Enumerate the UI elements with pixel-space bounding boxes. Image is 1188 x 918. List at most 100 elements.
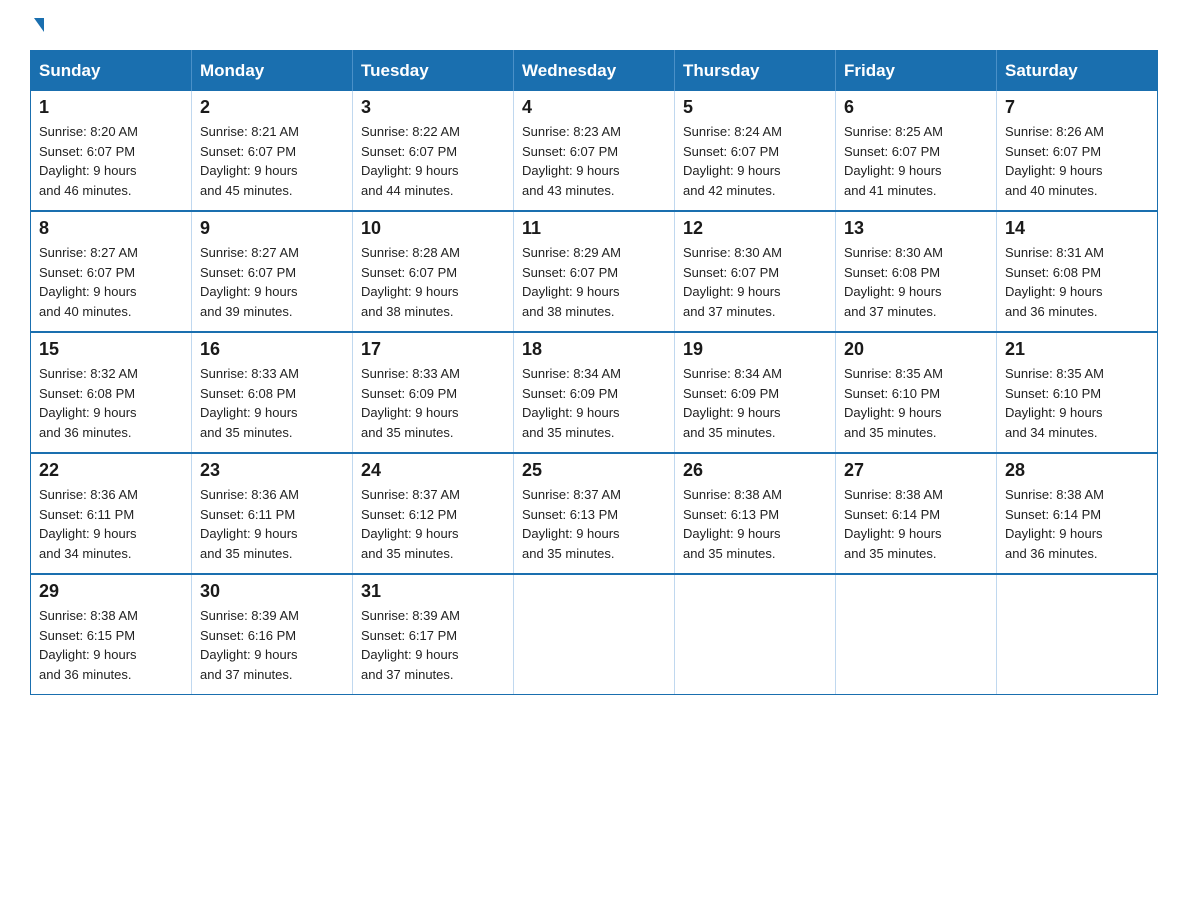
calendar-cell: 2 Sunrise: 8:21 AMSunset: 6:07 PMDayligh…: [192, 91, 353, 211]
day-info: Sunrise: 8:37 AMSunset: 6:13 PMDaylight:…: [522, 487, 621, 561]
calendar-cell: 23 Sunrise: 8:36 AMSunset: 6:11 PMDaylig…: [192, 453, 353, 574]
day-number: 31: [361, 581, 505, 602]
header-saturday: Saturday: [997, 51, 1158, 92]
day-info: Sunrise: 8:29 AMSunset: 6:07 PMDaylight:…: [522, 245, 621, 319]
header-sunday: Sunday: [31, 51, 192, 92]
day-info: Sunrise: 8:33 AMSunset: 6:08 PMDaylight:…: [200, 366, 299, 440]
day-number: 6: [844, 97, 988, 118]
calendar-cell: 6 Sunrise: 8:25 AMSunset: 6:07 PMDayligh…: [836, 91, 997, 211]
calendar-cell: 25 Sunrise: 8:37 AMSunset: 6:13 PMDaylig…: [514, 453, 675, 574]
day-number: 2: [200, 97, 344, 118]
day-number: 15: [39, 339, 183, 360]
day-info: Sunrise: 8:38 AMSunset: 6:14 PMDaylight:…: [1005, 487, 1104, 561]
calendar-cell: 17 Sunrise: 8:33 AMSunset: 6:09 PMDaylig…: [353, 332, 514, 453]
day-info: Sunrise: 8:38 AMSunset: 6:14 PMDaylight:…: [844, 487, 943, 561]
day-number: 21: [1005, 339, 1149, 360]
page-header: [30, 20, 1158, 34]
day-info: Sunrise: 8:32 AMSunset: 6:08 PMDaylight:…: [39, 366, 138, 440]
day-info: Sunrise: 8:24 AMSunset: 6:07 PMDaylight:…: [683, 124, 782, 198]
calendar-cell: 4 Sunrise: 8:23 AMSunset: 6:07 PMDayligh…: [514, 91, 675, 211]
day-number: 7: [1005, 97, 1149, 118]
day-info: Sunrise: 8:20 AMSunset: 6:07 PMDaylight:…: [39, 124, 138, 198]
header-friday: Friday: [836, 51, 997, 92]
day-number: 30: [200, 581, 344, 602]
header-monday: Monday: [192, 51, 353, 92]
header-tuesday: Tuesday: [353, 51, 514, 92]
day-info: Sunrise: 8:23 AMSunset: 6:07 PMDaylight:…: [522, 124, 621, 198]
day-number: 1: [39, 97, 183, 118]
calendar-cell: 19 Sunrise: 8:34 AMSunset: 6:09 PMDaylig…: [675, 332, 836, 453]
calendar-header: Sunday Monday Tuesday Wednesday Thursday…: [31, 51, 1158, 92]
day-info: Sunrise: 8:39 AMSunset: 6:17 PMDaylight:…: [361, 608, 460, 682]
day-number: 4: [522, 97, 666, 118]
calendar-cell: 20 Sunrise: 8:35 AMSunset: 6:10 PMDaylig…: [836, 332, 997, 453]
calendar-cell: 24 Sunrise: 8:37 AMSunset: 6:12 PMDaylig…: [353, 453, 514, 574]
day-info: Sunrise: 8:30 AMSunset: 6:07 PMDaylight:…: [683, 245, 782, 319]
day-number: 9: [200, 218, 344, 239]
day-number: 20: [844, 339, 988, 360]
day-number: 12: [683, 218, 827, 239]
logo: [30, 20, 44, 34]
calendar-cell: 11 Sunrise: 8:29 AMSunset: 6:07 PMDaylig…: [514, 211, 675, 332]
day-number: 5: [683, 97, 827, 118]
calendar-cell: 5 Sunrise: 8:24 AMSunset: 6:07 PMDayligh…: [675, 91, 836, 211]
day-info: Sunrise: 8:37 AMSunset: 6:12 PMDaylight:…: [361, 487, 460, 561]
day-info: Sunrise: 8:34 AMSunset: 6:09 PMDaylight:…: [683, 366, 782, 440]
calendar-cell: 3 Sunrise: 8:22 AMSunset: 6:07 PMDayligh…: [353, 91, 514, 211]
calendar-cell: 18 Sunrise: 8:34 AMSunset: 6:09 PMDaylig…: [514, 332, 675, 453]
calendar-cell: [836, 574, 997, 695]
calendar-body: 1 Sunrise: 8:20 AMSunset: 6:07 PMDayligh…: [31, 91, 1158, 695]
day-number: 23: [200, 460, 344, 481]
week-row-4: 22 Sunrise: 8:36 AMSunset: 6:11 PMDaylig…: [31, 453, 1158, 574]
day-number: 14: [1005, 218, 1149, 239]
header-wednesday: Wednesday: [514, 51, 675, 92]
day-info: Sunrise: 8:30 AMSunset: 6:08 PMDaylight:…: [844, 245, 943, 319]
day-number: 8: [39, 218, 183, 239]
week-row-5: 29 Sunrise: 8:38 AMSunset: 6:15 PMDaylig…: [31, 574, 1158, 695]
day-number: 27: [844, 460, 988, 481]
calendar-cell: 7 Sunrise: 8:26 AMSunset: 6:07 PMDayligh…: [997, 91, 1158, 211]
week-row-2: 8 Sunrise: 8:27 AMSunset: 6:07 PMDayligh…: [31, 211, 1158, 332]
day-info: Sunrise: 8:36 AMSunset: 6:11 PMDaylight:…: [39, 487, 138, 561]
calendar-cell: 22 Sunrise: 8:36 AMSunset: 6:11 PMDaylig…: [31, 453, 192, 574]
day-number: 24: [361, 460, 505, 481]
day-number: 11: [522, 218, 666, 239]
calendar-cell: 30 Sunrise: 8:39 AMSunset: 6:16 PMDaylig…: [192, 574, 353, 695]
calendar-cell: [675, 574, 836, 695]
calendar-cell: 12 Sunrise: 8:30 AMSunset: 6:07 PMDaylig…: [675, 211, 836, 332]
day-number: 19: [683, 339, 827, 360]
day-info: Sunrise: 8:36 AMSunset: 6:11 PMDaylight:…: [200, 487, 299, 561]
day-info: Sunrise: 8:33 AMSunset: 6:09 PMDaylight:…: [361, 366, 460, 440]
week-row-3: 15 Sunrise: 8:32 AMSunset: 6:08 PMDaylig…: [31, 332, 1158, 453]
calendar-cell: 28 Sunrise: 8:38 AMSunset: 6:14 PMDaylig…: [997, 453, 1158, 574]
day-number: 25: [522, 460, 666, 481]
day-number: 22: [39, 460, 183, 481]
day-number: 13: [844, 218, 988, 239]
day-number: 17: [361, 339, 505, 360]
day-number: 3: [361, 97, 505, 118]
calendar-table: Sunday Monday Tuesday Wednesday Thursday…: [30, 50, 1158, 695]
day-info: Sunrise: 8:26 AMSunset: 6:07 PMDaylight:…: [1005, 124, 1104, 198]
calendar-cell: 1 Sunrise: 8:20 AMSunset: 6:07 PMDayligh…: [31, 91, 192, 211]
day-info: Sunrise: 8:25 AMSunset: 6:07 PMDaylight:…: [844, 124, 943, 198]
calendar-cell: 14 Sunrise: 8:31 AMSunset: 6:08 PMDaylig…: [997, 211, 1158, 332]
calendar-cell: 27 Sunrise: 8:38 AMSunset: 6:14 PMDaylig…: [836, 453, 997, 574]
day-number: 16: [200, 339, 344, 360]
header-thursday: Thursday: [675, 51, 836, 92]
day-info: Sunrise: 8:27 AMSunset: 6:07 PMDaylight:…: [200, 245, 299, 319]
calendar-cell: 13 Sunrise: 8:30 AMSunset: 6:08 PMDaylig…: [836, 211, 997, 332]
day-info: Sunrise: 8:27 AMSunset: 6:07 PMDaylight:…: [39, 245, 138, 319]
week-row-1: 1 Sunrise: 8:20 AMSunset: 6:07 PMDayligh…: [31, 91, 1158, 211]
calendar-cell: 10 Sunrise: 8:28 AMSunset: 6:07 PMDaylig…: [353, 211, 514, 332]
day-info: Sunrise: 8:22 AMSunset: 6:07 PMDaylight:…: [361, 124, 460, 198]
day-number: 28: [1005, 460, 1149, 481]
day-info: Sunrise: 8:38 AMSunset: 6:15 PMDaylight:…: [39, 608, 138, 682]
calendar-cell: 9 Sunrise: 8:27 AMSunset: 6:07 PMDayligh…: [192, 211, 353, 332]
day-info: Sunrise: 8:38 AMSunset: 6:13 PMDaylight:…: [683, 487, 782, 561]
day-number: 10: [361, 218, 505, 239]
day-number: 18: [522, 339, 666, 360]
header-row: Sunday Monday Tuesday Wednesday Thursday…: [31, 51, 1158, 92]
day-number: 29: [39, 581, 183, 602]
calendar-cell: [514, 574, 675, 695]
day-info: Sunrise: 8:31 AMSunset: 6:08 PMDaylight:…: [1005, 245, 1104, 319]
